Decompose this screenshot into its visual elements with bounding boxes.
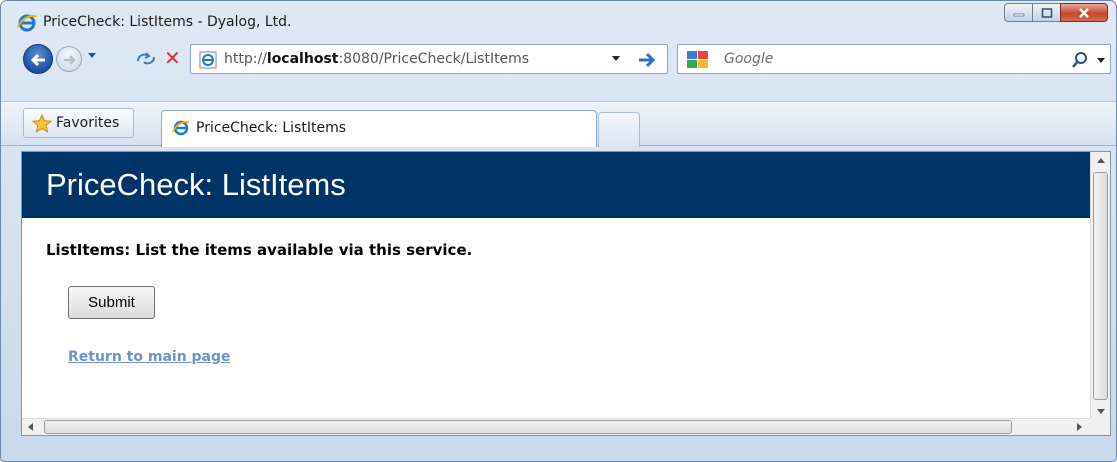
return-to-main-link[interactable]: Return to main page	[68, 349, 231, 365]
back-arrow-icon	[30, 53, 45, 67]
tab-bar: Favorites PriceCheck: ListItems	[1, 101, 1116, 147]
forward-arrow-icon	[64, 55, 76, 65]
ie-page-icon	[172, 120, 190, 136]
vertical-scroll-thumb[interactable]	[1093, 172, 1108, 400]
forward-button[interactable]	[56, 46, 82, 72]
horizontal-scrollbar[interactable]	[22, 418, 1090, 435]
ie-logo-icon	[17, 14, 37, 32]
favorites-button[interactable]: Favorites	[23, 108, 135, 138]
page-banner: PriceCheck: ListItems	[22, 152, 1090, 218]
scrollbar-corner	[1090, 418, 1110, 435]
new-tab-button[interactable]	[598, 112, 640, 147]
address-path: :8080/PriceCheck/ListItems	[338, 51, 530, 67]
maximize-button[interactable]	[1032, 3, 1060, 22]
navigation-bar: ✕ http://localhost:8080/PriceCheck/ListI…	[1, 41, 1116, 77]
scroll-up-icon[interactable]	[1091, 152, 1111, 170]
search-bar[interactable]	[677, 44, 1111, 74]
browser-window: PriceCheck: ListItems - Dyalog, Ltd. ✕ h…	[0, 0, 1117, 462]
google-icon	[687, 51, 708, 68]
stop-icon[interactable]: ✕	[164, 48, 181, 68]
back-button[interactable]	[23, 44, 53, 74]
refresh-icon[interactable]	[135, 49, 157, 69]
minimize-button[interactable]	[1004, 3, 1032, 22]
search-options-dropdown[interactable]	[1096, 57, 1106, 65]
magnifier-icon[interactable]	[1071, 51, 1089, 69]
minimize-icon	[1013, 13, 1024, 16]
page-description: ListItems: List the items available via …	[46, 241, 473, 259]
search-input[interactable]	[724, 45, 1024, 73]
tab-pricecheck-listitems[interactable]: PriceCheck: ListItems	[161, 110, 597, 147]
window-controls	[1004, 3, 1108, 23]
submit-button[interactable]: Submit	[68, 286, 155, 319]
address-input[interactable]: http://localhost:8080/PriceCheck/ListIte…	[224, 45, 604, 73]
page-viewport: PriceCheck: ListItems ListItems: List th…	[21, 151, 1111, 436]
maximize-icon	[1041, 7, 1052, 18]
page-title: PriceCheck: ListItems	[46, 167, 346, 202]
favorites-label: Favorites	[56, 115, 120, 131]
address-prefix: http://	[224, 51, 267, 67]
address-dropdown[interactable]	[611, 55, 621, 63]
page-icon	[199, 51, 217, 69]
close-button[interactable]	[1060, 3, 1108, 22]
address-host: localhost	[266, 51, 339, 67]
star-icon	[32, 114, 52, 133]
go-arrow-icon[interactable]	[637, 51, 657, 69]
vertical-scrollbar[interactable]	[1090, 152, 1110, 420]
window-title: PriceCheck: ListItems - Dyalog, Ltd.	[43, 14, 292, 30]
recent-pages-dropdown[interactable]	[87, 52, 97, 60]
address-bar[interactable]: http://localhost:8080/PriceCheck/ListIte…	[190, 44, 668, 74]
scroll-right-icon[interactable]	[1072, 421, 1086, 433]
tab-label: PriceCheck: ListItems	[196, 120, 347, 136]
title-bar: PriceCheck: ListItems - Dyalog, Ltd.	[1, 1, 1116, 41]
close-icon	[1079, 7, 1089, 18]
scroll-left-icon[interactable]	[24, 421, 38, 433]
horizontal-scroll-thumb[interactable]	[44, 420, 1012, 434]
